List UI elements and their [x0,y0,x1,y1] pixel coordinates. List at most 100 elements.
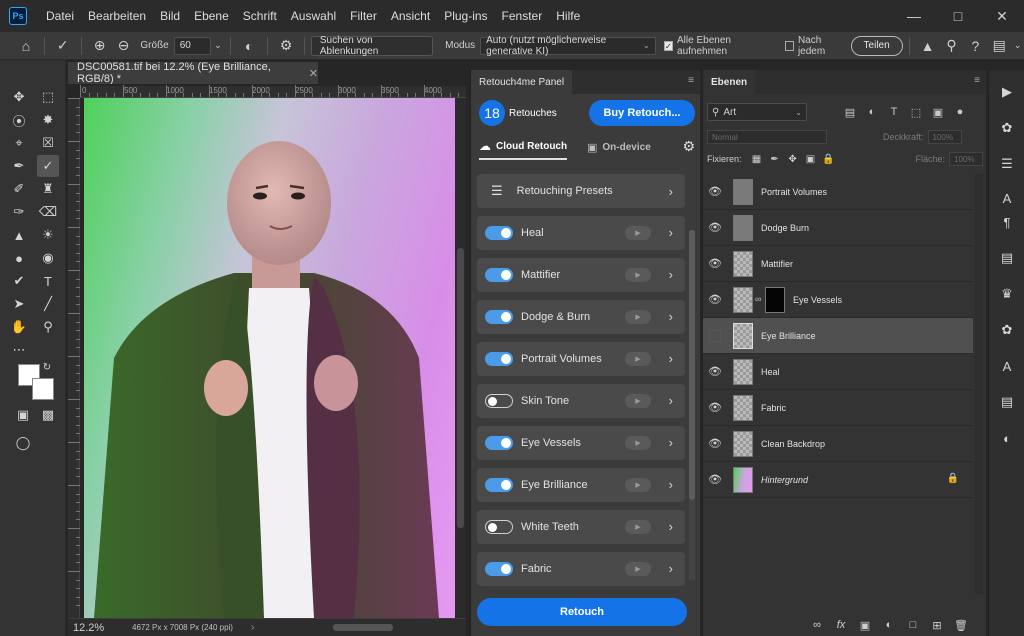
retouch-plugin-icon[interactable]: ✿ [995,116,1019,140]
eye-icon[interactable]: 👁 [707,471,723,487]
eye-icon[interactable]: 👁 [707,183,723,199]
filter-smart-object-icon[interactable]: ▣ [927,103,949,121]
play-icon[interactable]: ▶ [625,436,651,450]
chevron-right-icon[interactable]: › [669,435,673,450]
chevron-right-icon[interactable]: › [669,351,673,366]
eye-icon[interactable]: 👁 [707,399,723,415]
close-tab-icon[interactable]: ✕ [309,67,318,80]
character-icon[interactable]: A [995,186,1019,210]
close-icon[interactable]: ✕ [980,0,1024,32]
chevron-down-icon[interactable]: ⌄ [211,33,224,59]
play-icon[interactable]: ▶ [625,520,651,534]
history-brush-icon[interactable]: ✑ [8,201,30,223]
layer-mask-thumbnail[interactable] [765,287,785,313]
frame-tool-icon[interactable]: ☒ [37,132,59,154]
background-color-swatch[interactable] [32,378,54,400]
buy-retouch-button[interactable]: Buy Retouch... [589,100,695,126]
paragraph-icon[interactable]: ¶ [995,210,1019,234]
menu-auswahl[interactable]: Auswahl [284,0,343,32]
play-icon[interactable]: ▶ [625,394,651,408]
gear-icon[interactable]: ⚙ [274,33,298,59]
clone-source-icon[interactable]: ♛ [995,282,1019,306]
line-tool-icon[interactable]: ╱ [37,293,59,315]
layer-row[interactable]: 👁 Fabric [703,390,973,426]
play-icon[interactable]: ▶ [625,562,651,576]
retouch-item-portrait-volumes[interactable]: Portrait Volumes ▶ › [477,342,685,376]
more-tools-icon[interactable]: ⋯ [8,339,30,361]
chevron-right-icon[interactable]: › [669,393,673,408]
panel-menu-icon[interactable]: ≡ [688,75,694,86]
type-tool-icon[interactable]: T [37,270,59,292]
chevron-right-icon[interactable]: › [669,519,673,534]
mode-select[interactable]: Auto (nutzt möglicherweise generative KI… [480,35,656,57]
eye-icon[interactable]: 👁 [707,219,723,235]
menu-datei[interactable]: Datei [39,0,81,32]
chevron-right-icon[interactable]: › [669,309,673,324]
path-selection-icon[interactable]: ➤ [8,293,30,315]
retouch-item-eye-brilliance[interactable]: Eye Brilliance ▶ › [477,468,685,502]
layer-style-icon[interactable]: fx [829,619,853,631]
subtract-brush-mode-icon[interactable]: ⊖ [112,33,136,59]
image-canvas[interactable] [84,98,455,618]
retouch-item-mattifier[interactable]: Mattifier ▶ › [477,258,685,292]
white-teeth-toggle[interactable] [485,520,513,534]
retouch-item-eye-vessels[interactable]: Eye Vessels ▶ › [477,426,685,460]
dodge-burn-toggle[interactable] [485,310,513,324]
play-icon[interactable]: ▶ [625,478,651,492]
play-actions-icon[interactable]: ▶ [995,80,1019,104]
menu-fenster[interactable]: Fenster [495,0,550,32]
quick-mask-icon[interactable]: ▣ [12,404,34,426]
play-icon[interactable]: ▶ [625,268,651,282]
adjustment-layer-icon[interactable]: ◐ [877,619,901,631]
help-icon[interactable]: ? [963,33,987,59]
remove-tool-icon[interactable]: ✓ [37,155,59,177]
add-brush-mode-icon[interactable]: ⊕ [88,33,112,59]
minimize-icon[interactable]: — [892,0,936,32]
portrait-volumes-toggle[interactable] [485,352,513,366]
panel-menu-icon[interactable]: ≡ [974,75,980,86]
tab-cloud-retouch[interactable]: ☁ Cloud Retouch [479,134,568,160]
menu-ansicht[interactable]: Ansicht [384,0,437,32]
play-icon[interactable]: ▶ [625,352,651,366]
lock-artboard-icon[interactable]: ▣ [802,154,820,165]
new-layer-icon[interactable]: ⊞ [925,619,949,632]
chevron-right-icon[interactable]: › [669,561,673,576]
channels-icon[interactable]: ✿ [995,318,1019,342]
marquee-tool-icon[interactable]: ⬚ [37,86,59,108]
all-layers-checkbox[interactable]: ✓ [663,40,674,51]
after-each-option[interactable]: Nach jedem [784,35,847,57]
retouch-panel-title[interactable]: Retouch4me Panel [471,70,573,94]
zoom-level[interactable]: 12.2% [68,622,118,634]
layer-row[interactable]: 👁 Dodge Burn [703,210,973,246]
paint-bucket-icon[interactable]: ▲ [8,224,30,246]
lock-all-icon[interactable]: 🔒 [820,154,838,165]
scrollbar-thumb[interactable] [689,230,695,500]
all-layers-option[interactable]: ✓ Alle Ebenen aufnehmen [663,35,775,57]
navigator-icon[interactable]: ▤ [995,390,1019,414]
image-library-icon[interactable]: ▤ [995,246,1019,270]
filter-shape-icon[interactable]: ⬚ [905,103,927,121]
menu-filter[interactable]: Filter [343,0,384,32]
lock-pixels-icon[interactable]: ✒ [766,154,784,165]
eye-icon[interactable]: 👁 [707,255,723,271]
retouch-button[interactable]: Retouch [477,598,687,626]
size-input[interactable]: 60 [173,36,212,55]
zoom-tool-icon[interactable]: ⚲ [37,316,59,338]
layer-row[interactable]: 👁 Mattifier [703,246,973,282]
hand-tool-icon[interactable]: ✋ [8,316,30,338]
link-layers-icon[interactable]: ∞ [805,619,829,631]
play-icon[interactable]: ▶ [625,226,651,240]
move-tool-icon[interactable]: ✥ [8,86,30,108]
eye-vessels-toggle[interactable] [485,436,513,450]
opacity-input[interactable]: 100% [927,130,962,144]
visibility-off-icon[interactable] [709,330,721,342]
filter-toggle-icon[interactable]: ● [949,103,971,121]
play-icon[interactable]: ▶ [625,310,651,324]
retouch-item-heal[interactable]: Heal ▶ › [477,216,685,250]
screen-mode-icon[interactable]: ▩ [37,404,59,426]
glyphs-icon[interactable]: A [995,354,1019,378]
layer-row[interactable]: 👁 Heal [703,354,973,390]
after-each-checkbox[interactable] [784,40,794,51]
object-selection-icon[interactable]: ✸ [37,109,59,131]
lasso-tool-icon[interactable]: ⦿ [8,109,30,131]
